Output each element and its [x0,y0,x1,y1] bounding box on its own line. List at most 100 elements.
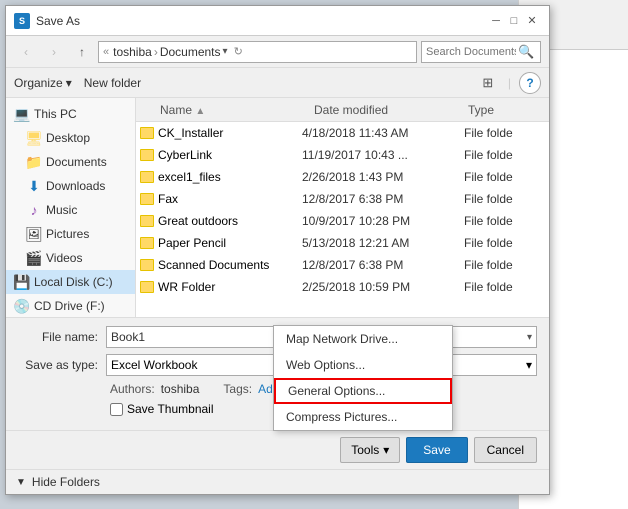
folder-icon [140,149,154,161]
table-row[interactable]: Fax 12/8/2017 6:38 PM File folde [136,188,549,210]
folder-icon [140,127,154,139]
sidebar-item-music[interactable]: ♪ Music [6,198,135,222]
file-type: File folde [464,258,545,272]
save-button[interactable]: Save [406,437,467,463]
table-row[interactable]: Paper Pencil 5/13/2018 12:21 AM File fol… [136,232,549,254]
local-disk-icon: 💾 [14,274,30,290]
help-button[interactable]: ? [519,72,541,94]
new-folder-button[interactable]: New folder [80,72,145,94]
organize-toolbar: Organize ▾ New folder ⊞ | ? [6,68,549,98]
table-row[interactable]: Great outdoors 10/9/2017 10:28 PM File f… [136,210,549,232]
address-root: « [103,46,109,58]
file-type: File folde [464,192,545,206]
breadcrumb-documents[interactable]: Documents [160,45,221,59]
folder-icon [140,193,154,205]
button-bar: Tools ▾ Save Cancel Map Network Drive...… [6,430,549,469]
file-date: 2/26/2018 1:43 PM [302,170,464,184]
sidebar-label-downloads: Downloads [46,179,105,193]
sidebar-label-documents: Documents [46,155,107,169]
maximize-button[interactable]: □ [505,12,523,30]
minimize-button[interactable]: ─ [487,12,505,30]
address-bar[interactable]: « toshiba › Documents ▾ ↻ [98,41,417,63]
filetype-value: Excel Workbook [111,358,197,372]
folder-icon [140,215,154,227]
filename-label: File name: [18,330,98,344]
refresh-button[interactable]: ↻ [232,45,245,58]
tools-dropdown-arrow: ▾ [383,443,389,457]
up-button[interactable]: ↑ [70,41,94,63]
sidebar-item-this-pc[interactable]: 💻 This PC [6,102,135,126]
thumbnail-checkbox[interactable] [110,403,123,416]
save-as-dialog: S Save As ─ □ ✕ ‹ › ↑ « toshiba › Docume… [5,5,550,495]
organize-dropdown-icon: ▾ [66,76,72,90]
sidebar-item-desktop[interactable]: 🖥 Desktop [6,126,135,150]
file-list-header: Name ▲ Date modified Type [136,98,549,122]
menu-item-compress-pictures---[interactable]: Compress Pictures... [274,404,452,430]
sidebar-item-videos[interactable]: 🎬 Videos [6,246,135,270]
table-row[interactable]: CyberLink 11/19/2017 10:43 ... File fold… [136,144,549,166]
sidebar-label-cd-drive: CD Drive (F:) [34,299,105,313]
file-date: 11/19/2017 10:43 ... [302,148,464,162]
column-date[interactable]: Date modified [314,103,468,117]
filename-dropdown-arrow[interactable]: ▾ [527,332,532,343]
pictures-icon: 🖼 [26,226,42,242]
close-button[interactable]: ✕ [523,12,541,30]
back-button[interactable]: ‹ [14,41,38,63]
sidebar-label-this-pc: This PC [34,107,77,121]
folder-icon [140,171,154,183]
table-row[interactable]: Scanned Documents 12/8/2017 6:38 PM File… [136,254,549,276]
file-name: Fax [158,192,178,206]
table-row[interactable]: WR Folder 2/25/2018 10:59 PM File folde [136,276,549,298]
search-icon: 🔍 [518,44,534,60]
column-name[interactable]: Name ▲ [140,103,314,117]
file-date: 12/8/2017 6:38 PM [302,258,464,272]
menu-item-general-options---[interactable]: General Options... [274,378,452,404]
file-list-container: Name ▲ Date modified Type CK_Installer 4… [136,98,549,317]
file-list: CK_Installer 4/18/2018 11:43 AM File fol… [136,122,549,317]
breadcrumb-toshiba[interactable]: toshiba [113,45,152,59]
sidebar-item-documents[interactable]: 📁 Documents [6,150,135,174]
view-button[interactable]: ⊞ [476,72,500,94]
folder-icon [140,259,154,271]
tools-button[interactable]: Tools ▾ [340,437,400,463]
sidebar-label-videos: Videos [46,251,82,265]
cancel-button[interactable]: Cancel [474,437,537,463]
file-name: CyberLink [158,148,212,162]
file-date: 4/18/2018 11:43 AM [302,126,464,140]
organize-button[interactable]: Organize ▾ [14,72,72,94]
menu-item-web-options---[interactable]: Web Options... [274,352,452,378]
table-row[interactable]: CK_Installer 4/18/2018 11:43 AM File fol… [136,122,549,144]
column-type[interactable]: Type [468,103,545,117]
videos-icon: 🎬 [26,250,42,266]
sidebar-item-pictures[interactable]: 🖼 Pictures [6,222,135,246]
sidebar-label-music: Music [46,203,77,217]
navigation-toolbar: ‹ › ↑ « toshiba › Documents ▾ ↻ 🔍 [6,36,549,68]
thumbnail-label: Save Thumbnail [127,402,214,416]
sidebar-item-local-disk[interactable]: 💾 Local Disk (C:) [6,270,135,294]
sidebar-item-cd-drive[interactable]: 💿 CD Drive (F:) [6,294,135,317]
forward-button[interactable]: › [42,41,66,63]
dialog-title: Save As [36,14,487,28]
titlebar: S Save As ─ □ ✕ [6,6,549,36]
folder-icon [140,237,154,249]
table-row[interactable]: excel1_files 2/26/2018 1:43 PM File fold… [136,166,549,188]
sidebar-label-local-disk: Local Disk (C:) [34,275,113,289]
file-type: File folde [464,236,545,250]
sort-arrow-name: ▲ [195,106,205,117]
tags-label: Tags: [223,382,252,396]
hide-folders-bar[interactable]: ▼ Hide Folders [6,469,549,494]
address-dropdown-arrow[interactable]: ▾ [223,46,228,57]
hide-folders-label: Hide Folders [32,475,100,489]
authors-value: toshiba [161,382,200,396]
cd-drive-icon: 💿 [14,298,30,314]
file-type: File folde [464,214,545,228]
search-input[interactable] [426,46,516,58]
file-name: Paper Pencil [158,236,226,250]
sidebar-label-pictures: Pictures [46,227,89,241]
menu-item-map-network-drive---[interactable]: Map Network Drive... [274,326,452,352]
authors-item: Authors: toshiba [110,382,199,396]
music-icon: ♪ [26,202,42,218]
filetype-dropdown-arrow[interactable]: ▾ [526,358,532,372]
sidebar-item-downloads[interactable]: ⬇ Downloads [6,174,135,198]
search-box[interactable]: 🔍 [421,41,541,63]
